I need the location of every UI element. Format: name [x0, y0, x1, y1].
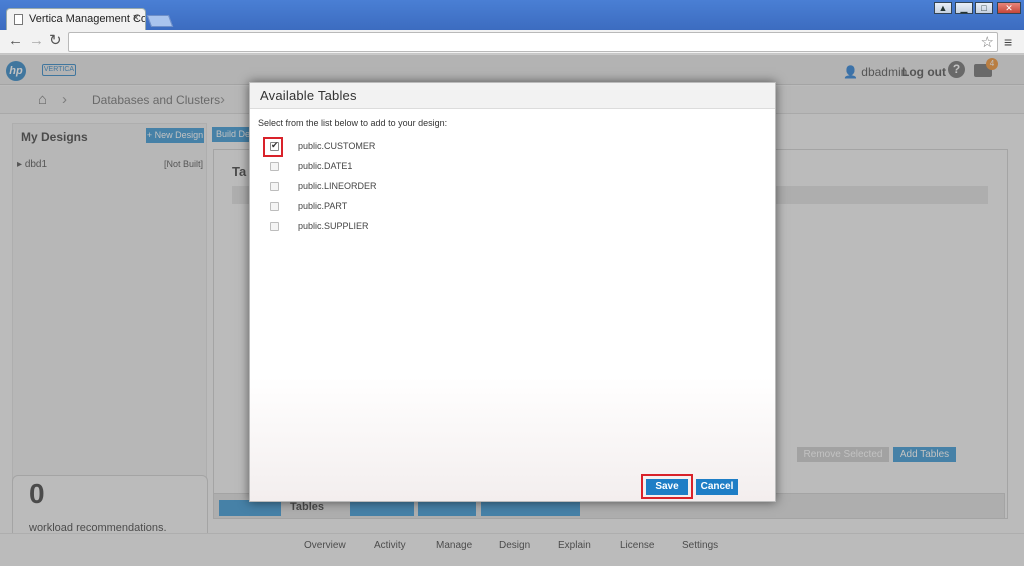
available-tables-dialog: Available Tables Select from the list be… — [249, 82, 776, 502]
address-bar[interactable]: ☆ — [68, 32, 998, 52]
table-name: public.DATE1 — [298, 161, 353, 171]
table-checkbox[interactable] — [270, 202, 279, 211]
close-window-button[interactable]: ✕ — [997, 2, 1021, 14]
table-checkbox[interactable] — [270, 222, 279, 231]
dialog-header: Available Tables — [250, 83, 775, 109]
dialog-title: Available Tables — [260, 88, 357, 103]
table-name: public.PART — [298, 201, 348, 211]
menu-icon[interactable]: ≡ — [1004, 34, 1012, 50]
new-tab-button[interactable] — [146, 15, 174, 27]
dialog-instructions: Select from the list below to add to you… — [258, 118, 448, 128]
forward-icon[interactable]: → — [29, 33, 44, 49]
browser-toolbar: ← → ↻ ☆ ≡ — [0, 30, 1024, 54]
user-icon[interactable]: ▲ — [934, 2, 952, 14]
back-icon[interactable]: ← — [8, 33, 23, 49]
table-checkbox[interactable] — [270, 182, 279, 191]
page-icon — [14, 14, 23, 25]
table-checkbox[interactable] — [270, 162, 279, 171]
table-name: public.LINEORDER — [298, 181, 377, 191]
table-name: public.CUSTOMER — [298, 141, 376, 151]
reload-icon[interactable]: ↻ — [49, 33, 62, 49]
checkbox-highlight — [263, 137, 283, 157]
table-name: public.SUPPLIER — [298, 221, 369, 231]
cancel-button[interactable]: Cancel — [696, 479, 738, 495]
bookmark-star-icon[interactable]: ☆ — [981, 33, 994, 51]
minimize-button[interactable]: ▁ — [955, 2, 973, 14]
maximize-button[interactable]: □ — [975, 2, 993, 14]
save-button[interactable]: Save — [646, 479, 688, 495]
close-tab-icon[interactable]: × — [133, 12, 139, 24]
browser-tab[interactable]: Vertica Management Co × — [6, 8, 146, 30]
tab-title: Vertica Management Co — [29, 13, 146, 25]
browser-titlebar: Vertica Management Co × ▲ ▁ □ ✕ — [0, 0, 1024, 30]
